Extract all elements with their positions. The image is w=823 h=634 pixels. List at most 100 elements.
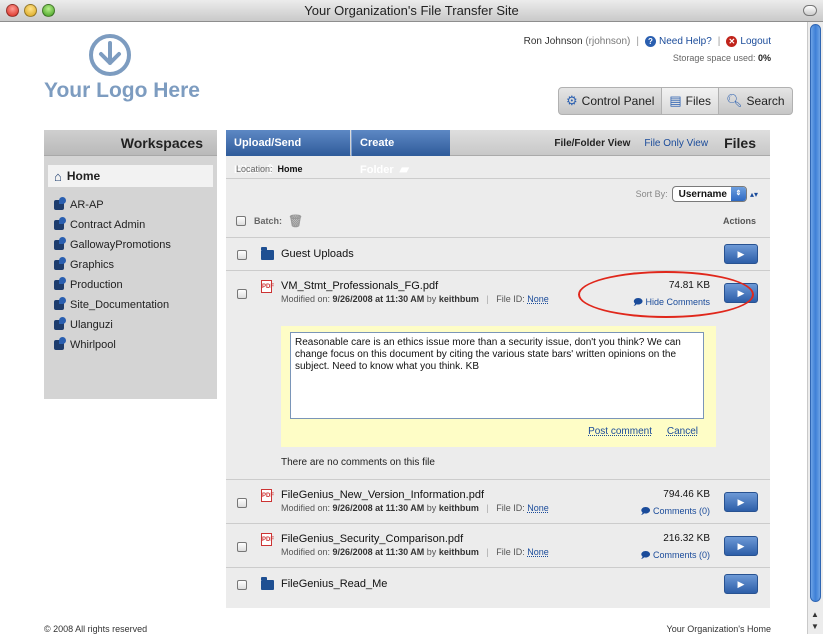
help-link[interactable]: Need Help?: [659, 36, 712, 47]
logout-icon: ✕: [726, 36, 738, 47]
sort-direction-icon[interactable]: ▴▾: [750, 190, 758, 199]
tab-search[interactable]: 🔍︎ Search: [719, 88, 792, 114]
workspaces-title: Workspaces: [44, 130, 217, 156]
vertical-scrollbar[interactable]: ▲ ▼: [807, 22, 823, 634]
row-action-button[interactable]: ▶: [724, 574, 758, 594]
logout-link[interactable]: Logout: [740, 36, 771, 47]
row-checkbox[interactable]: [237, 498, 247, 508]
sidebar-item-graphics[interactable]: Graphics: [44, 255, 217, 275]
workspace-icon: [54, 257, 66, 270]
file-name[interactable]: FileGenius_New_Version_Information.pdf: [281, 489, 484, 501]
file-only-view-link[interactable]: File Only View: [644, 138, 708, 149]
pdf-icon: PDF: [261, 533, 274, 546]
file-size: 794.46 KB: [663, 489, 710, 500]
sort-label: Sort By:: [635, 189, 668, 199]
post-comment-link[interactable]: Post comment: [588, 426, 652, 437]
minimize-window-button[interactable]: [24, 4, 37, 17]
workspaces-panel: Workspaces ⌂ Home AR-AP Contract Admin G…: [44, 130, 217, 399]
tab-files[interactable]: ▤ Files: [661, 88, 720, 114]
footer-copyright: © 2008 All rights reserved: [44, 624, 148, 634]
sidebar-item-home[interactable]: ⌂ Home: [48, 165, 213, 187]
meta-by: by: [426, 547, 437, 557]
location-value[interactable]: Home: [278, 164, 303, 174]
sidebar-item-label: Ulanguzi: [70, 319, 113, 331]
actions-header: Actions: [722, 216, 756, 226]
sidebar-item-ar-ap[interactable]: AR-AP: [44, 195, 217, 215]
sidebar-item-contract-admin[interactable]: Contract Admin: [44, 215, 217, 235]
row-checkbox[interactable]: [237, 289, 247, 299]
pdf-icon: PDF: [261, 489, 274, 502]
table-row[interactable]: FileGenius_Read_Me ▶: [226, 568, 770, 600]
file-id-link[interactable]: None: [527, 547, 549, 557]
sidebar-item-whirlpool[interactable]: Whirlpool: [44, 335, 217, 355]
footer-home-link[interactable]: Your Organization's Home: [667, 624, 771, 634]
file-id-link[interactable]: None: [527, 294, 549, 304]
file-name[interactable]: Guest Uploads: [281, 248, 354, 260]
file-id-link[interactable]: None: [527, 503, 549, 513]
close-window-button[interactable]: [6, 4, 19, 17]
row-checkbox[interactable]: [237, 542, 247, 552]
workspace-icon: [54, 337, 66, 350]
comments-link[interactable]: 🗩︎ Comments (0): [640, 504, 710, 520]
annotation-ellipse: [578, 271, 754, 318]
tab-label: Search: [746, 94, 785, 108]
home-icon: ⌂: [54, 168, 62, 184]
cancel-comment-link[interactable]: Cancel: [667, 426, 698, 437]
sort-value: Username: [678, 188, 727, 200]
comments-label: Comments (0): [652, 506, 710, 516]
trash-icon[interactable]: 🗑︎: [288, 214, 303, 228]
row-checkbox[interactable]: [237, 580, 247, 590]
sidebar-item-label: GallowayPromotions: [70, 239, 171, 251]
no-comments-message: There are no comments on this file: [281, 457, 435, 468]
comment-icon: 🗩︎: [640, 550, 651, 560]
sidebar-item-galloway-promotions[interactable]: GallowayPromotions: [44, 235, 217, 255]
file-id-label: File ID:: [496, 503, 525, 513]
sort-select[interactable]: Username ⇕: [671, 186, 747, 202]
row-checkbox[interactable]: [237, 250, 247, 260]
sidebar-item-site-documentation[interactable]: Site_Documentation: [44, 295, 217, 315]
file-name[interactable]: VM_Stmt_Professionals_FG.pdf: [281, 280, 438, 292]
meta-label: Modified on:: [281, 547, 331, 557]
workspace-icon: [54, 297, 66, 310]
comments-link[interactable]: 🗩︎ Comments (0): [640, 548, 710, 564]
file-folder-view-link[interactable]: File/Folder View: [554, 138, 630, 149]
logo-text[interactable]: Your Logo Here: [44, 79, 200, 103]
sidebar-item-label: AR-AP: [70, 199, 104, 211]
upload-send-files-button[interactable]: Upload/Send Files ⇪: [226, 130, 350, 176]
comment-editor: Reasonable care is an ethics issue more …: [281, 326, 716, 447]
user-bar: Ron Johnson (rjohnson) | ? Need Help? | …: [524, 36, 771, 47]
files-toolbar: Upload/Send Files ⇪ Create Folder ▰ File/F…: [226, 130, 770, 176]
row-action-button[interactable]: ▶: [724, 244, 758, 264]
folder-icon: [261, 247, 274, 260]
workspace-icon: [54, 197, 66, 210]
scroll-up-arrow-icon[interactable]: ▲: [811, 610, 819, 619]
folder-add-icon: ▰: [399, 162, 409, 176]
table-row[interactable]: PDF FileGenius_New_Version_Information.p…: [226, 480, 770, 523]
file-name[interactable]: FileGenius_Security_Comparison.pdf: [281, 533, 463, 545]
row-action-button[interactable]: ▶: [724, 492, 758, 512]
scroll-down-arrow-icon[interactable]: ▼: [811, 622, 819, 631]
toolbar-toggle-button[interactable]: [803, 5, 817, 16]
divider: [226, 178, 770, 179]
divider: |: [486, 547, 489, 557]
batch-select-all-checkbox[interactable]: [236, 216, 246, 226]
comment-textarea[interactable]: Reasonable care is an ethics issue more …: [290, 332, 704, 419]
table-row[interactable]: Guest Uploads ▶: [226, 238, 770, 270]
zoom-window-button[interactable]: [42, 4, 55, 17]
window-titlebar: Your Organization's File Transfer Site: [0, 0, 823, 22]
file-name[interactable]: FileGenius_Read_Me: [281, 578, 387, 590]
create-folder-button[interactable]: Create Folder ▰: [351, 130, 450, 176]
sidebar-item-label: Whirlpool: [70, 339, 116, 351]
storage-value: 0%: [757, 53, 771, 63]
main-nav: ⚙ Control Panel ▤ Files 🔍︎ Search: [558, 87, 793, 115]
scrollbar-thumb[interactable]: [810, 24, 821, 602]
modified-date: 9/26/2008 at 11:30 AM: [332, 547, 425, 557]
tab-control-panel[interactable]: ⚙ Control Panel: [559, 88, 661, 114]
sidebar-item-production[interactable]: Production: [44, 275, 217, 295]
sidebar-item-ulanguzi[interactable]: Ulanguzi: [44, 315, 217, 335]
window-title: Your Organization's File Transfer Site: [304, 3, 519, 18]
row-action-button[interactable]: ▶: [724, 536, 758, 556]
storage-label: Storage space used:: [672, 53, 756, 63]
meta-label: Modified on:: [281, 503, 331, 513]
table-row[interactable]: PDF FileGenius_Security_Comparison.pdf M…: [226, 524, 770, 567]
